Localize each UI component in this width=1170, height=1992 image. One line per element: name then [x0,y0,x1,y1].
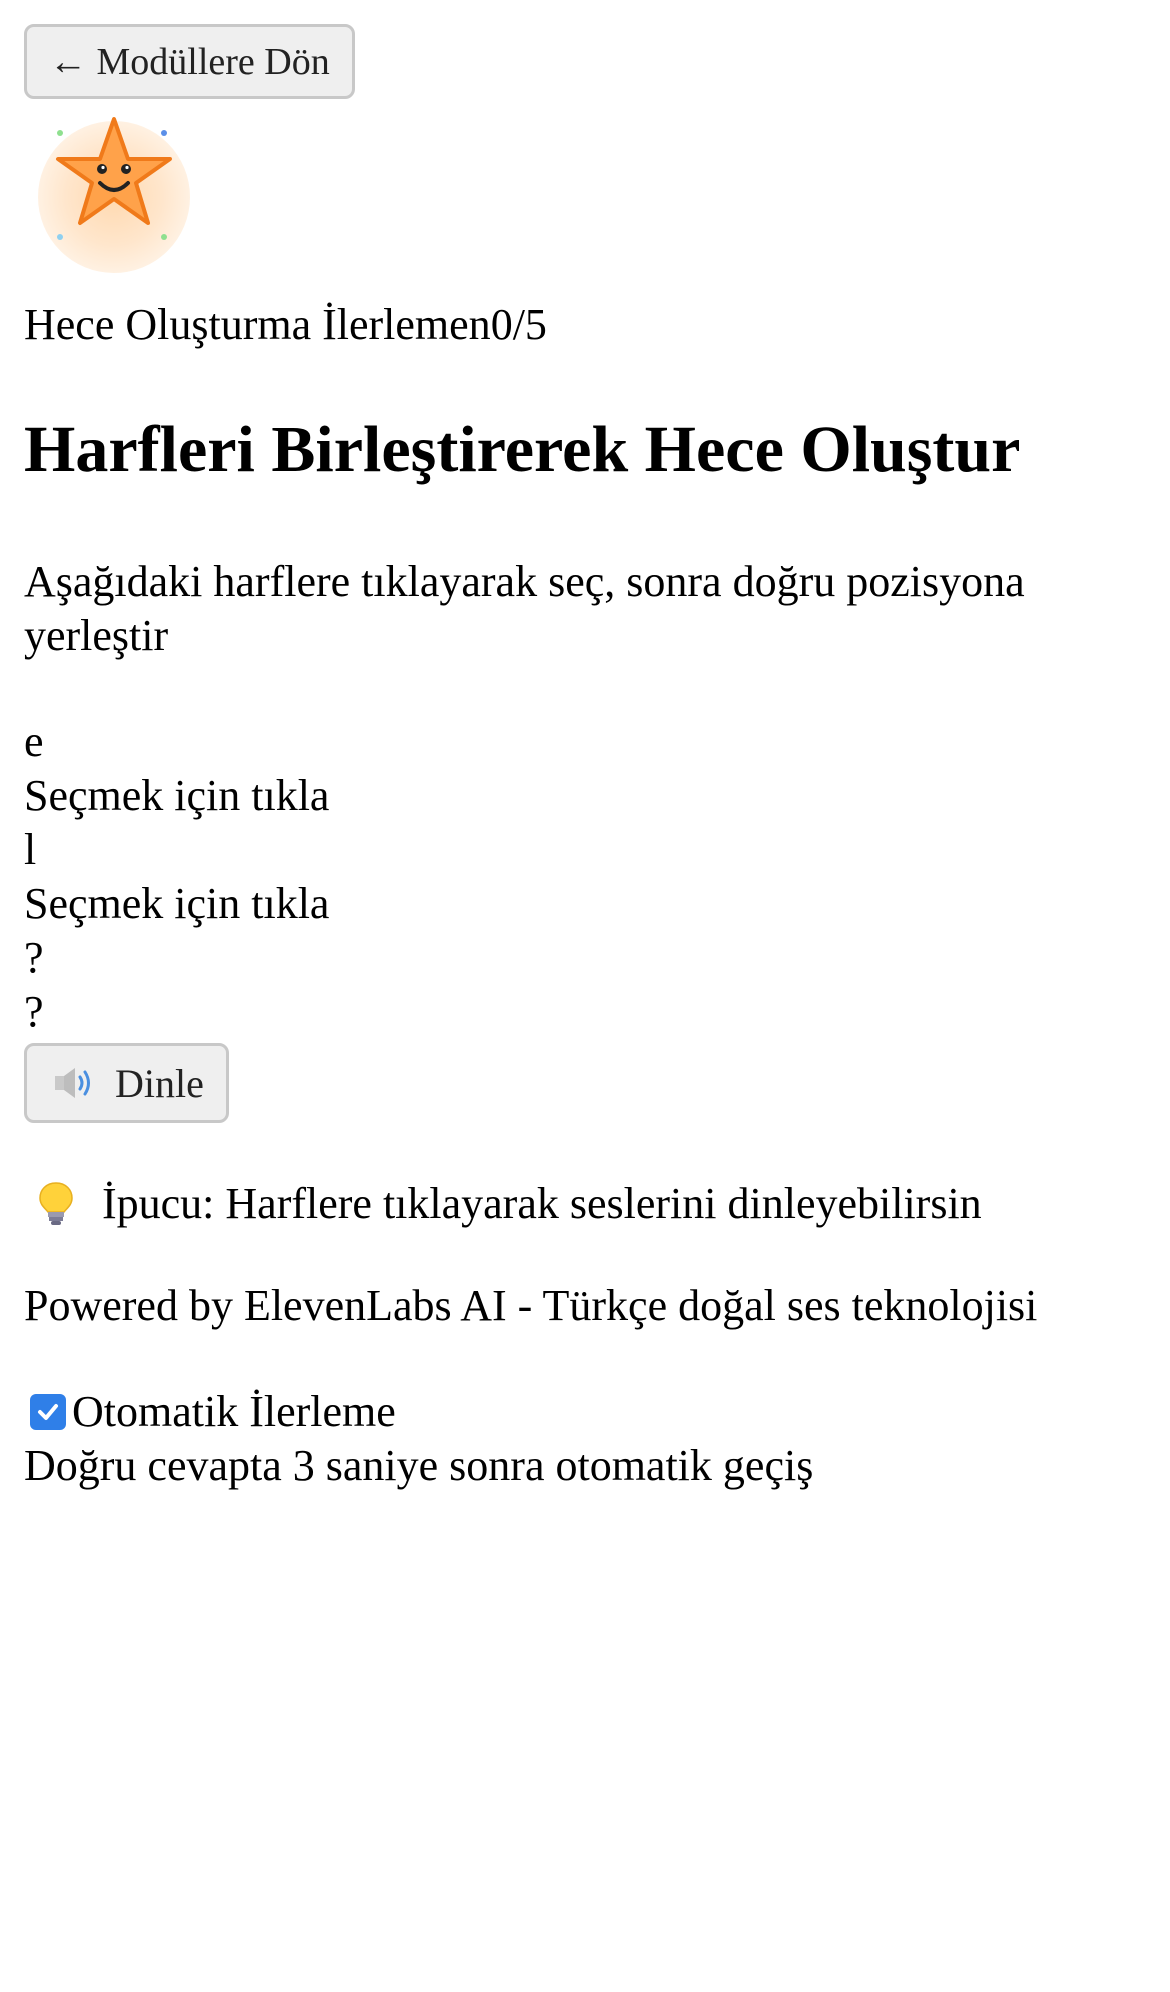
syllable-slots: ? ? [24,931,1146,1039]
progress-indicator: Hece Oluşturma İlerlemen0/5 [24,297,1146,353]
letter-value: l [24,825,37,874]
smiling-star-icon [56,117,172,240]
letter-hint: Seçmek için tıkla [24,879,330,928]
auto-advance-checkbox[interactable] [30,1394,66,1430]
speaker-icon [55,1068,90,1098]
syllable-slot-2[interactable]: ? [24,985,1146,1039]
progress-value: 0/5 [490,300,547,349]
letter-value: e [24,717,44,766]
syllable-slot-1[interactable]: ? [24,931,1146,985]
instruction-text: Aşağıdaki harflere tıklayarak seç, sonra… [24,557,1025,660]
letter-hint: Seçmek için tıkla [24,771,330,820]
letter-card-e[interactable]: e Seçmek için tıkla [24,715,1146,823]
listen-button[interactable]: Dinle [24,1043,229,1123]
letter-options: e Seçmek için tıkla l Seçmek için tıkla [24,715,1146,931]
checkmark-icon [38,1404,58,1420]
progress-label: Hece Oluşturma İlerlemen [24,300,491,349]
tip-row: İpucu: Harflere tıklayarak seslerini din… [24,1177,1146,1231]
tip-text: İpucu: Harflere tıklayarak seslerini din… [102,1179,982,1228]
auto-advance-row: Otomatik İlerleme [24,1385,1146,1439]
letter-card-l[interactable]: l Seçmek için tıkla [24,823,1146,931]
page-container: ← Modüllere Dön Hece Oluşturma İlerlemen… [24,24,1146,1493]
lightbulb-icon [39,1182,73,1225]
back-to-modules-button[interactable]: ← Modüllere Dön [24,24,355,99]
auto-advance-label[interactable]: Otomatik İlerleme [72,1385,396,1439]
mascot [24,109,194,279]
auto-advance-description: Doğru cevapta 3 saniye sonra otomatik ge… [24,1441,814,1490]
page-title: Harfleri Birleştirerek Hece Oluştur [24,413,1021,486]
listen-label: Dinle [115,1060,204,1106]
powered-by-text: Powered by ElevenLabs AI - Türkçe doğal … [24,1281,1038,1330]
